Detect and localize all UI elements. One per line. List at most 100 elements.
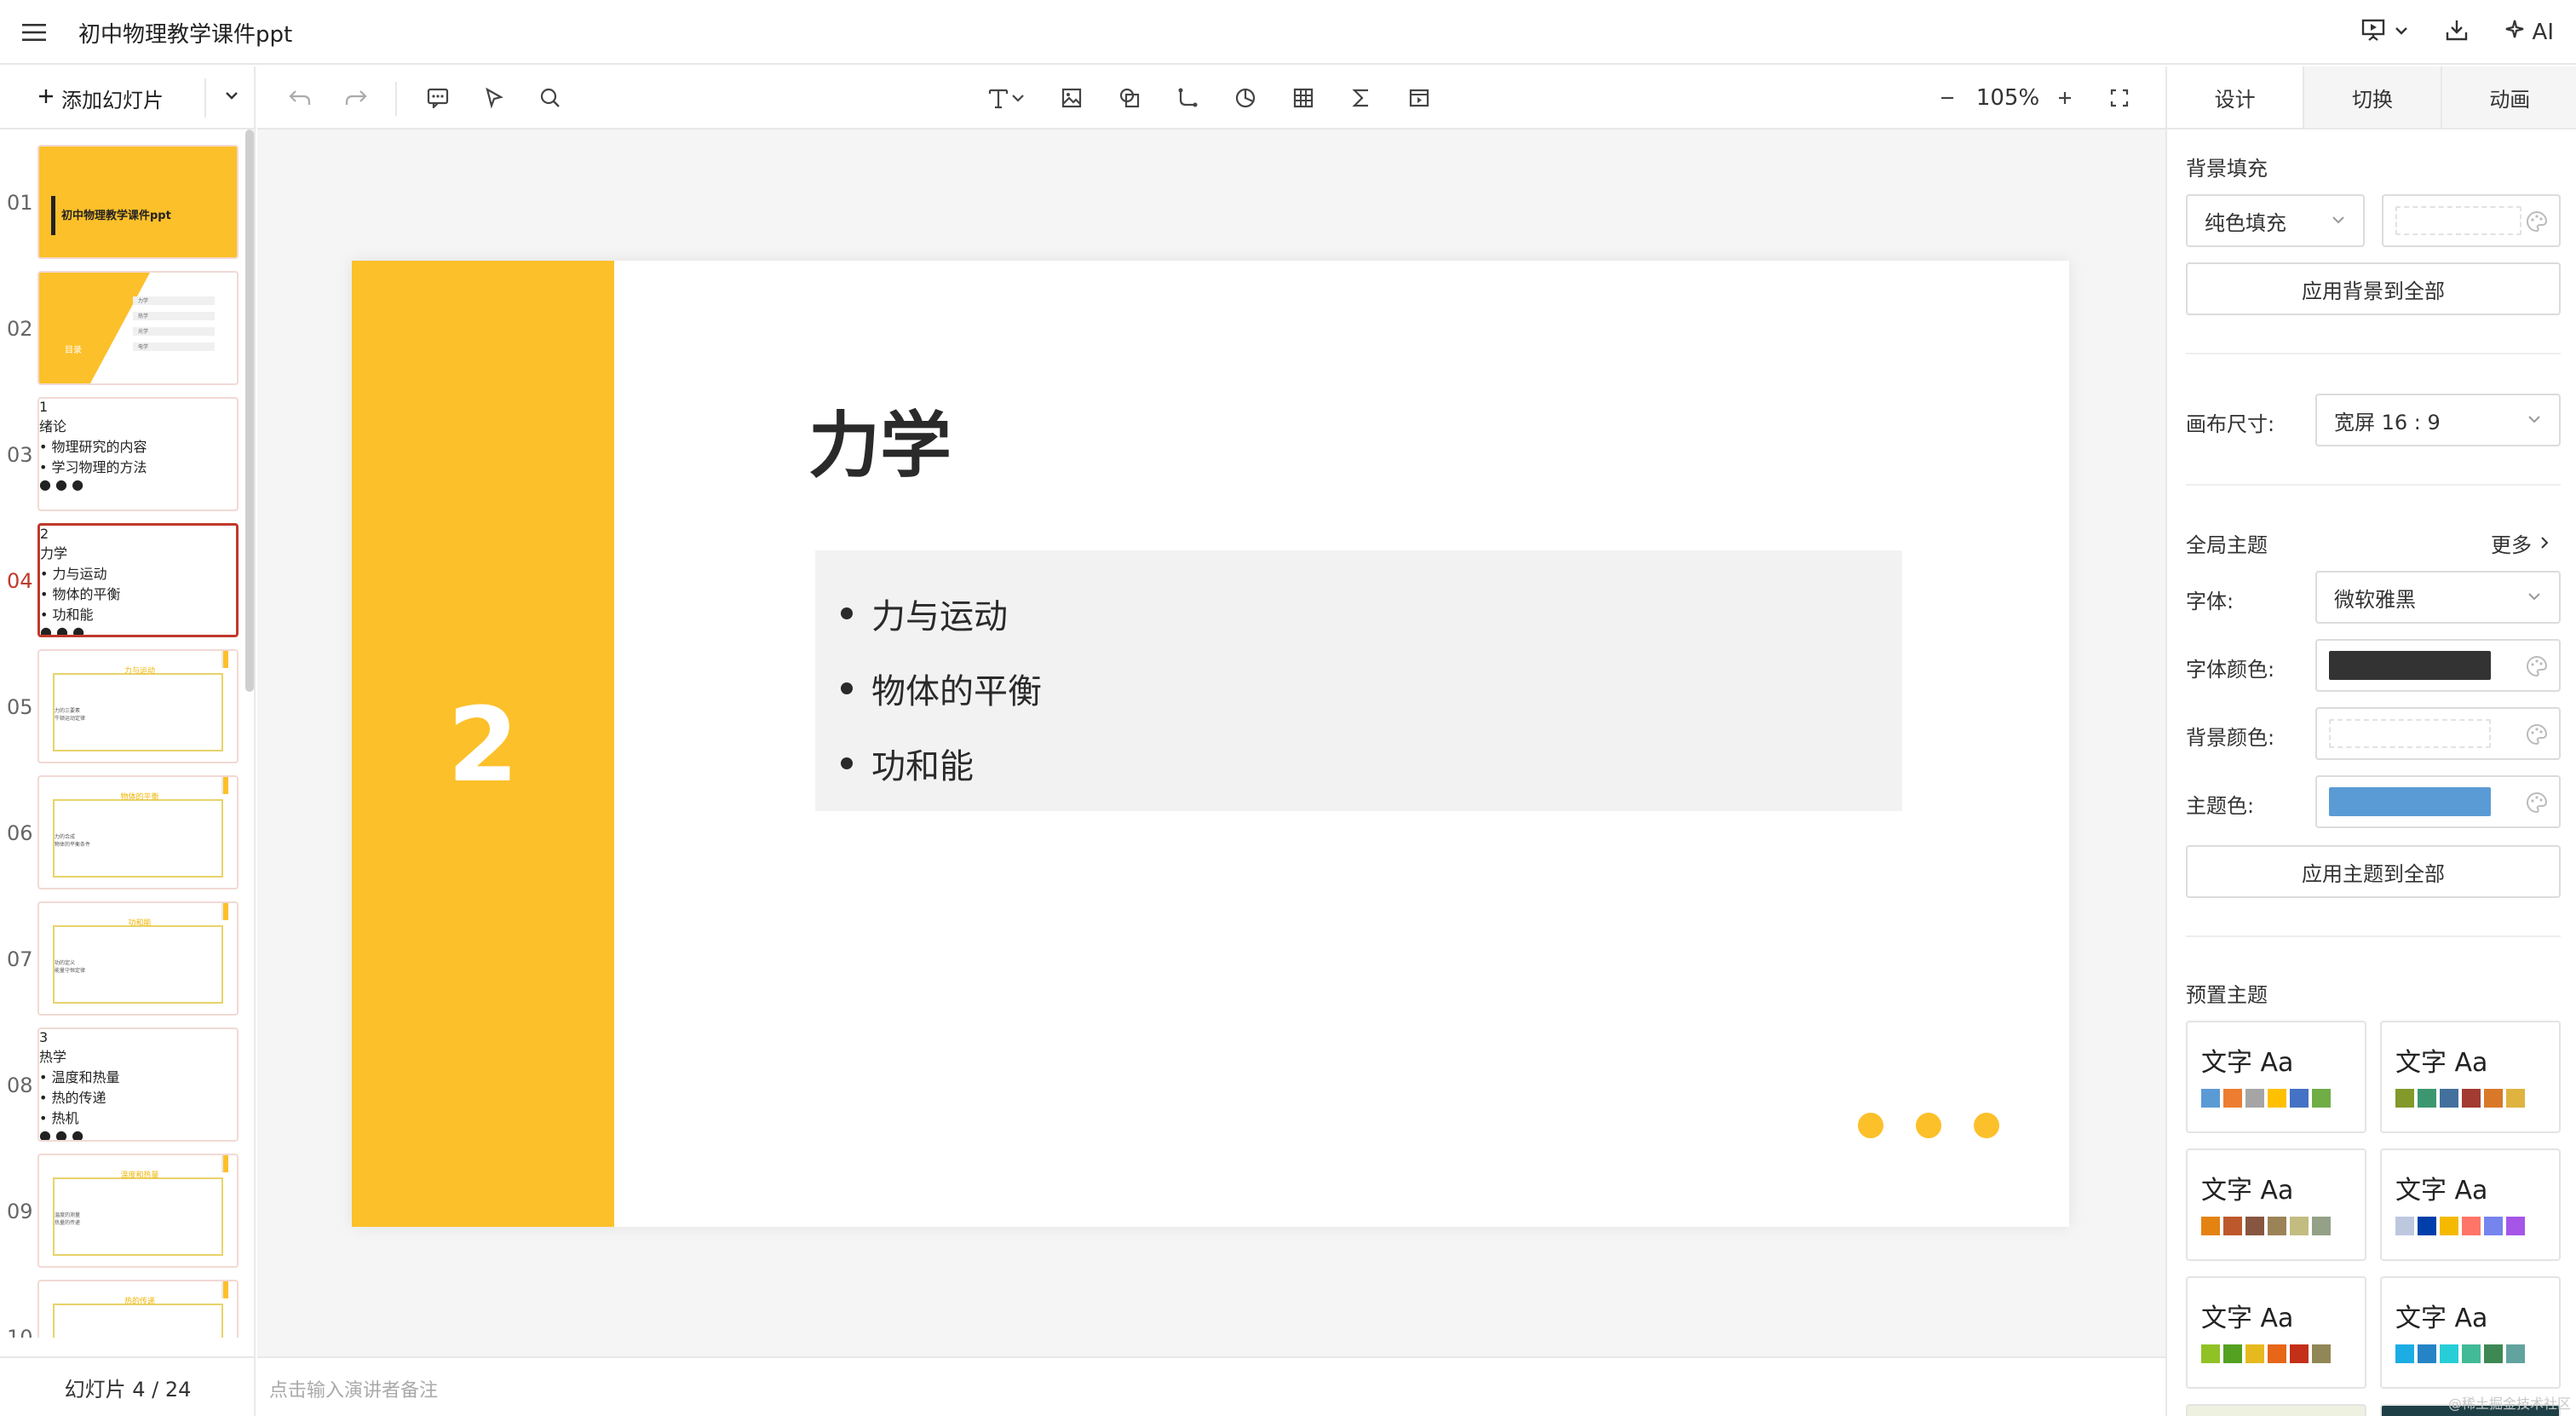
chevron-down-icon <box>223 87 240 107</box>
preset-theme-card[interactable]: 文字 Aa <box>2380 1148 2561 1261</box>
thumbnail-scrollbar[interactable] <box>245 130 254 692</box>
decor-dot <box>1974 1113 1999 1138</box>
add-slide-dropdown[interactable] <box>218 83 245 111</box>
present-button[interactable] <box>2360 17 2410 49</box>
add-slide-button[interactable]: 添加幻灯片 <box>37 82 164 114</box>
theme-color-chip <box>2395 1344 2414 1363</box>
thumb-bullet: • 物理研究的内容 <box>39 439 147 455</box>
slide-thumbnail-row[interactable]: 06 物体的平衡 力的合成 物体的平衡条件 <box>0 775 256 891</box>
slide-thumbnail[interactable]: 3 热学 • 温度和热量 • 热的传递 • 热机 ● ● ● <box>37 1027 239 1142</box>
thumb-body-line: 牛顿运动定律 <box>55 716 86 722</box>
speaker-notes-input[interactable]: 点击输入演讲者备注 <box>257 1356 2165 1416</box>
preset-theme-card[interactable]: 文字 Aa <box>2186 1021 2366 1133</box>
canvas-size-select-box[interactable]: 宽屏 16 : 9 <box>2315 394 2561 446</box>
comment-icon[interactable] <box>421 82 455 114</box>
slide-thumbnail-row[interactable]: 07 功和能 功的定义 能量守恒定律 <box>0 901 256 1017</box>
canvas-size-select[interactable]: 宽屏 16 : 9 <box>2315 394 2561 446</box>
slide-canvas[interactable]: 2 力学 力与运动 物体的平衡 功和能 <box>352 261 2069 1227</box>
slide-thumbnail-row[interactable]: 05 力与运动 力的三要素 牛顿运动定律 <box>0 649 256 765</box>
more-themes-link[interactable]: 更多 <box>2491 528 2561 558</box>
add-slide-label: 添加幻灯片 <box>61 88 164 112</box>
slide-thumbnail[interactable]: 力与运动 力的三要素 牛顿运动定律 <box>37 649 239 763</box>
font-color-box[interactable] <box>2315 639 2561 692</box>
bg-color-picker-2[interactable] <box>2315 707 2561 760</box>
theme-color-chip <box>2290 1217 2309 1235</box>
divider <box>204 78 206 118</box>
theme-color-box[interactable] <box>2315 775 2561 828</box>
font-color-picker[interactable] <box>2315 639 2561 692</box>
slide-bullet-box[interactable]: 力与运动 物体的平衡 功和能 <box>815 550 1902 811</box>
theme-sample-text: 文字 Aa <box>2395 1176 2488 1206</box>
theme-color-chip <box>2506 1217 2525 1235</box>
slide-thumbnail[interactable]: 2 力学 • 力与运动 • 物体的平衡 • 功和能 ● ● ● <box>37 523 239 637</box>
theme-swatches <box>2201 1089 2331 1108</box>
bg-color-box[interactable] <box>2382 194 2561 247</box>
fullscreen-icon[interactable] <box>2102 82 2136 114</box>
slide-thumbnail[interactable]: 功和能 功的定义 能量守恒定律 <box>37 901 239 1016</box>
chart-icon[interactable] <box>1228 82 1262 114</box>
preset-theme-card[interactable]: 文字 Aa <box>2380 1021 2561 1133</box>
slide-thumbnail-row[interactable]: 10 热的传递热传导方式热对流与辐射 <box>0 1280 256 1338</box>
slide-thumbnail[interactable]: 温度和热量 温度的测量 热量的传递 <box>37 1154 239 1268</box>
menu-icon[interactable] <box>19 19 49 46</box>
thumb-number: 07 <box>7 947 33 971</box>
slide-thumbnail-row[interactable]: 04 2 力学 • 力与运动 • 物体的平衡 • 功和能 ● ● ● <box>0 523 256 639</box>
decor-dot <box>1858 1113 1883 1138</box>
text-icon <box>986 86 1010 110</box>
slide-title[interactable]: 力学 <box>808 389 952 492</box>
chevron-down-icon <box>2527 585 2542 609</box>
slide-thumbnail-row[interactable]: 02 目录 力学 热学 光学 电学 <box>0 271 256 387</box>
undo-icon[interactable] <box>283 82 317 114</box>
bg-fill-type-select[interactable]: 纯色填充 <box>2186 194 2365 247</box>
thumb-heading: 力与运动 <box>124 667 155 676</box>
preset-theme-card[interactable]: 文字 Aa <box>2380 1276 2561 1389</box>
text-tool-button[interactable] <box>978 82 1034 114</box>
formula-sigma-icon[interactable] <box>1344 82 1378 114</box>
preset-theme-card[interactable]: 文字 Aa <box>2186 1276 2366 1389</box>
tab-transition[interactable]: 切换 <box>2303 66 2441 128</box>
slide-thumbnail[interactable]: 目录 力学 热学 光学 电学 <box>37 271 239 385</box>
tab-animation[interactable]: 动画 <box>2440 66 2576 128</box>
slide-thumbnail[interactable]: 初中物理教学课件ppt <box>37 145 239 259</box>
font-select[interactable]: 微软雅黑 <box>2315 571 2561 624</box>
zoom-out-icon[interactable] <box>1930 82 1964 114</box>
ai-sparkle-icon <box>2504 19 2526 47</box>
thumb-bullet-box: • 力与运动 • 物体的平衡 • 功和能 <box>40 562 236 624</box>
slide-thumbnail-row[interactable]: 09 温度和热量 温度的测量 热量的传递 <box>0 1154 256 1269</box>
apply-theme-all-button[interactable]: 应用主题到全部 <box>2186 845 2561 898</box>
theme-color-chip <box>2245 1217 2264 1235</box>
theme-swatches <box>2395 1344 2525 1363</box>
media-icon[interactable] <box>1402 82 1436 114</box>
document-title[interactable]: 初中物理教学课件ppt <box>78 17 292 49</box>
preset-theme-card-partial[interactable] <box>2186 1404 2366 1416</box>
zoom-in-icon[interactable] <box>2048 82 2082 114</box>
download-button[interactable] <box>2444 17 2470 49</box>
select-pointer-icon[interactable] <box>477 82 511 114</box>
apply-bg-all-button[interactable]: 应用背景到全部 <box>2186 262 2561 315</box>
preset-theme-card[interactable]: 文字 Aa <box>2186 1148 2366 1261</box>
theme-swatches <box>2201 1344 2331 1363</box>
search-icon[interactable] <box>533 82 567 114</box>
image-icon[interactable] <box>1055 82 1089 114</box>
ai-button[interactable]: AI <box>2504 19 2554 47</box>
slide-thumbnail[interactable]: 1 绪论 • 物理研究的内容 • 学习物理的方法 ● ● ● <box>37 397 239 511</box>
shape-icon[interactable] <box>1113 82 1147 114</box>
theme-color-picker[interactable] <box>2315 775 2561 828</box>
table-icon[interactable] <box>1286 82 1320 114</box>
tab-design[interactable]: 设计 <box>2167 66 2303 128</box>
slide-thumbnail[interactable]: 物体的平衡 力的合成 物体的平衡条件 <box>37 775 239 889</box>
bg-fill-select-box[interactable]: 纯色填充 <box>2186 194 2365 247</box>
slide-thumbnail-row[interactable]: 08 3 热学 • 温度和热量 • 热的传递 • 热机 ● ● ● <box>0 1027 256 1143</box>
thumb-toc-item: 光学 <box>133 327 215 336</box>
redo-icon[interactable] <box>339 82 373 114</box>
slide-thumbnail-row[interactable]: 03 1 绪论 • 物理研究的内容 • 学习物理的方法 ● ● ● <box>0 397 256 513</box>
slide-thumbnail-row[interactable]: 01 初中物理教学课件ppt <box>0 145 256 261</box>
slide-thumbnail[interactable]: 热的传递热传导方式热对流与辐射 <box>37 1280 239 1338</box>
add-slide-bar: 添加幻灯片 <box>0 66 256 130</box>
bg-color-box-2[interactable] <box>2315 707 2561 760</box>
line-connector-icon[interactable] <box>1170 82 1205 114</box>
slide-section-number[interactable]: 2 <box>352 687 614 805</box>
chevron-down-icon <box>2393 20 2410 45</box>
font-select-box[interactable]: 微软雅黑 <box>2315 571 2561 624</box>
bg-color-picker[interactable] <box>2382 194 2561 247</box>
